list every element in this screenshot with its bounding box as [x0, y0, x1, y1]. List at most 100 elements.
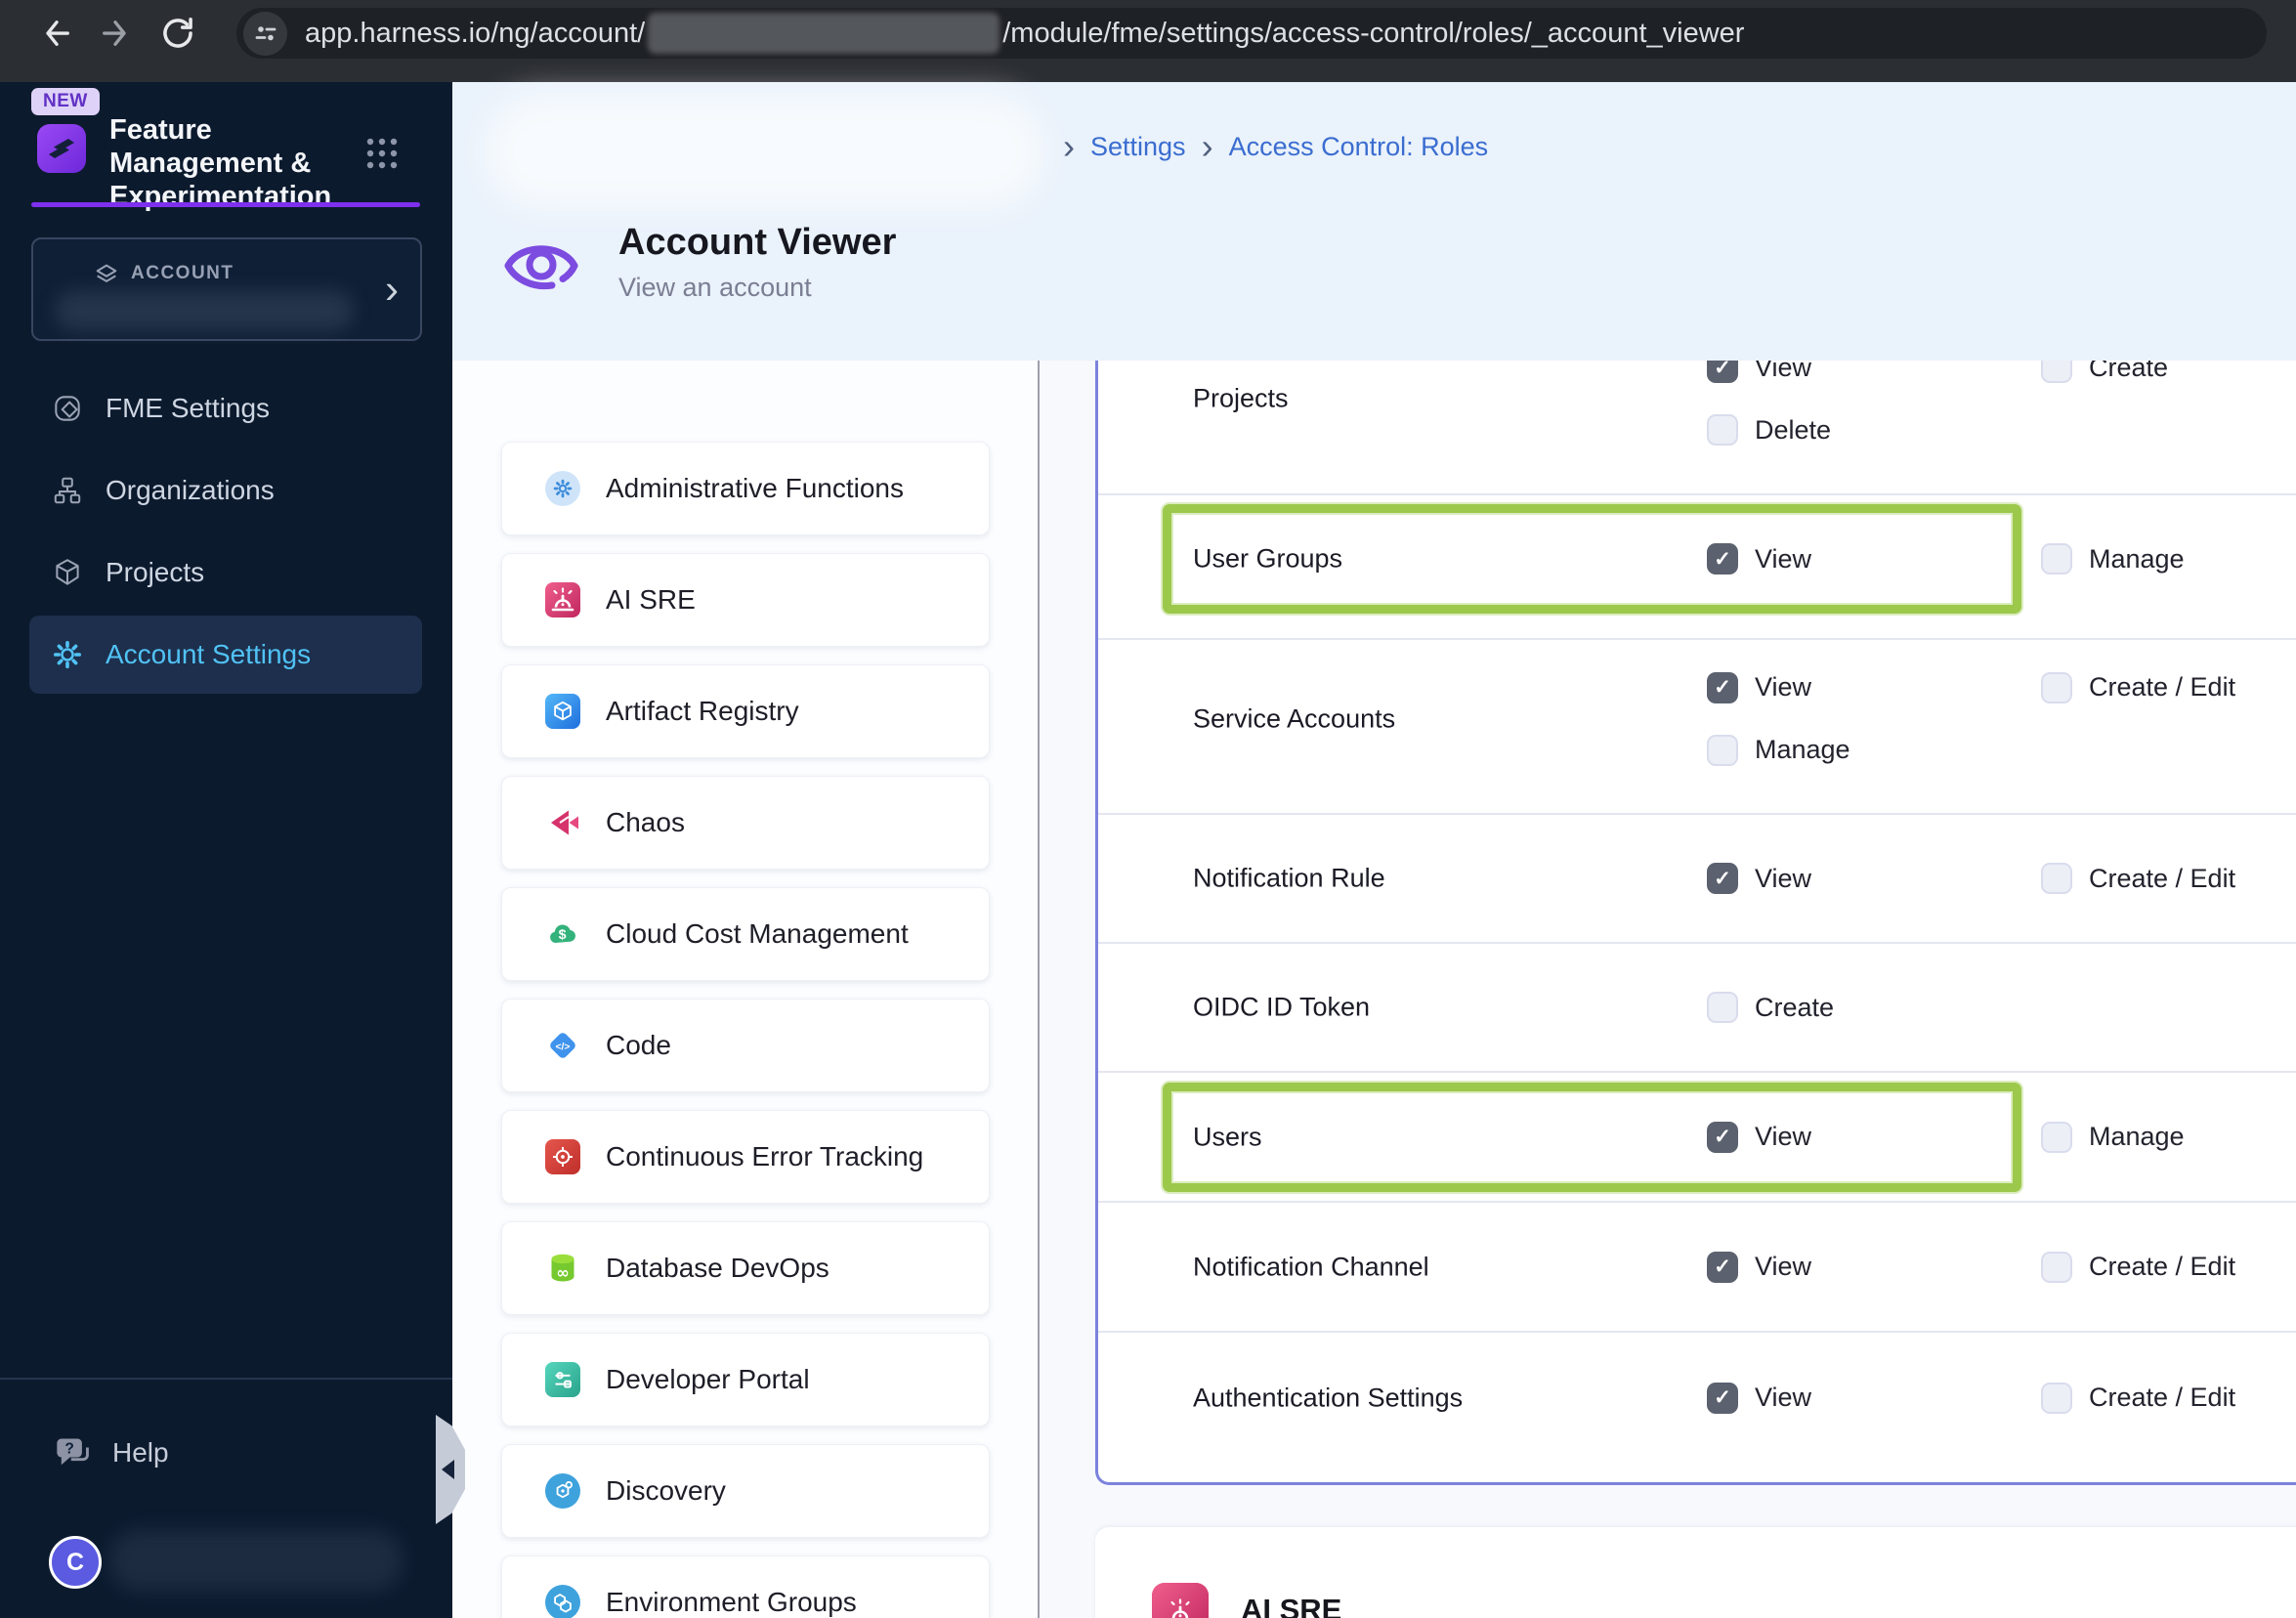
sidebar-divider [0, 1378, 452, 1380]
breadcrumb-settings-link[interactable]: Settings [1090, 132, 1186, 162]
checkbox-icon[interactable] [2041, 1121, 2072, 1153]
next-section-card: AI SRE [1095, 1527, 2296, 1618]
category-card-developer-portal[interactable]: Developer Portal [501, 1333, 990, 1426]
reload-icon [163, 17, 192, 48]
svg-text:∞: ∞ [556, 1263, 569, 1282]
sidebar-item-account-settings[interactable]: Account Settings [29, 616, 422, 694]
resource-label: OIDC ID Token [1193, 992, 1371, 1022]
permission-checkbox-view[interactable]: ✓ View [1707, 528, 1811, 590]
module-switcher-grid-icon[interactable] [363, 135, 401, 177]
checkbox-label: Create [1755, 992, 1835, 1022]
code-icon: </> [545, 1028, 580, 1063]
permission-checkbox-create-edit[interactable]: Create / Edit [2041, 657, 2235, 719]
permission-checkbox-view[interactable]: ✓ View [1707, 847, 1811, 910]
checkbox-icon[interactable]: ✓ [1707, 1121, 1738, 1153]
sidebar-item-label: Account Settings [106, 639, 312, 669]
category-card-administrative-functions[interactable]: Administrative Functions [501, 442, 990, 535]
fme-product-logo-icon[interactable] [37, 124, 86, 173]
page-subtitle: View an account [618, 273, 812, 302]
category-label: Administrative Functions [606, 473, 905, 503]
permission-checkbox-delete[interactable]: Delete [1707, 399, 1831, 461]
checkbox-column-secondary: Create / Edit [2041, 1236, 2235, 1299]
permission-checkbox-view[interactable]: ✓ View [1707, 1106, 1811, 1169]
checkbox-column-primary: ✓ View [1707, 528, 1811, 590]
category-label: Chaos [606, 807, 685, 837]
checkbox-icon[interactable]: ✓ [1707, 671, 1738, 703]
category-label: Continuous Error Tracking [606, 1141, 924, 1171]
sidebar-item-organizations[interactable]: Organizations [29, 451, 422, 530]
checkbox-icon[interactable] [2041, 671, 2072, 703]
category-card-code[interactable]: </> Code [501, 999, 990, 1092]
permission-checkbox-create-edit[interactable]: Create / Edit [2041, 1367, 2235, 1429]
category-label: Cloud Cost Management [606, 918, 909, 949]
breadcrumb: Settings Access Control: Roles [1063, 129, 1488, 165]
sidebar-item-fme-settings[interactable]: FME Settings [29, 369, 422, 447]
url-bar[interactable]: app.harness.io/ng/account/ /module/fme/s… [236, 8, 2267, 59]
resource-label: Notification Rule [1193, 863, 1385, 893]
account-name-redacted [55, 290, 354, 331]
browser-reload-button[interactable] [158, 14, 197, 53]
permission-checkbox-manage[interactable]: Manage [1707, 719, 1850, 782]
checkbox-column-primary: ✓ View [1707, 847, 1811, 910]
checkbox-icon[interactable] [1707, 414, 1738, 446]
category-card-discovery[interactable]: Discovery [501, 1444, 990, 1538]
category-card-chaos[interactable]: Chaos [501, 776, 990, 870]
product-title: Feature Management & Experimentation [109, 114, 332, 212]
browser-forward-button[interactable] [96, 14, 135, 53]
resource-label: Users [1193, 1122, 1262, 1151]
checkbox-icon[interactable] [2041, 1382, 2072, 1414]
account-label: ACCOUNT [131, 263, 234, 283]
site-settings-button[interactable] [243, 11, 287, 56]
checkbox-icon[interactable] [1707, 734, 1738, 766]
breadcrumb-roles-link[interactable]: Access Control: Roles [1229, 132, 1489, 162]
account-settings-gear-icon [51, 638, 84, 671]
resource-category-column: Administrative Functions AI SRE Artifact R… [452, 361, 1039, 1618]
checkbox-icon[interactable]: ✓ [1707, 543, 1738, 575]
permission-row-oidc-id-token: OIDC ID Token Create [1098, 942, 2296, 1071]
layers-icon [96, 264, 117, 282]
checkbox-label: View [1755, 863, 1812, 893]
checkbox-icon[interactable] [2041, 863, 2072, 894]
category-label: AI SRE [606, 584, 696, 615]
checkbox-label: Manage [2089, 1122, 2185, 1151]
checkbox-icon[interactable]: ✓ [1707, 1251, 1738, 1283]
checkbox-label: Delete [1755, 414, 1832, 445]
checkbox-icon[interactable] [2041, 1251, 2072, 1283]
url-text[interactable]: app.harness.io/ng/account/ /module/fme/s… [305, 13, 1744, 54]
permission-checkbox-view[interactable]: ✓ View [1707, 1236, 1811, 1299]
checkbox-icon[interactable]: ✓ [1707, 863, 1738, 894]
browser-toolbar: app.harness.io/ng/account/ /module/fme/s… [0, 0, 2296, 82]
browser-back-button[interactable] [37, 14, 76, 53]
permission-checkbox-create-edit[interactable]: Create / Edit [2041, 1236, 2235, 1299]
role-eye-icon [500, 229, 582, 304]
permission-checkbox-view[interactable]: ✓ View [1707, 657, 1850, 719]
permission-checkbox-create[interactable]: Create [1707, 976, 1834, 1039]
permission-row-notification-rule: Notification Rule ✓ View Create / Edit [1098, 813, 2296, 942]
checkbox-column-secondary: Create / Edit [2041, 657, 2235, 782]
category-label: Database DevOps [606, 1253, 829, 1283]
checkbox-column-secondary: Create / Edit [2041, 1367, 2235, 1429]
permission-checkbox-view[interactable]: ✓ View [1707, 1367, 1811, 1429]
checkbox-column-primary: ✓ View [1707, 1236, 1811, 1299]
checkbox-icon[interactable] [2041, 543, 2072, 575]
permission-checkbox-manage[interactable]: Manage [2041, 528, 2185, 590]
help-button[interactable]: ? Help [54, 1434, 169, 1471]
checkbox-icon[interactable] [1707, 992, 1738, 1023]
sidebar-accent-rule [31, 202, 420, 207]
account-selector[interactable]: ACCOUNT › [31, 237, 422, 341]
category-card-ai-sre[interactable]: AI SRE [501, 553, 990, 647]
category-card-artifact-registry[interactable]: Artifact Registry [501, 664, 990, 758]
avatar-initial: C [65, 1548, 85, 1576]
permission-row-service-accounts: Service Accounts ✓ View Manage Create / … [1098, 638, 2296, 813]
page-header: Settings Access Control: Roles Account V… [452, 82, 2296, 361]
checkbox-icon[interactable]: ✓ [1707, 1382, 1738, 1414]
category-card-database-devops[interactable]: ∞ Database DevOps [501, 1221, 990, 1315]
sidebar-item-projects[interactable]: Projects [29, 533, 422, 612]
category-label: Artifact Registry [606, 696, 799, 726]
user-avatar[interactable]: C [49, 1536, 102, 1589]
permission-checkbox-create-edit[interactable]: Create / Edit [2041, 847, 2235, 910]
category-card-cloud-cost-management[interactable]: $ Cloud Cost Management [501, 887, 990, 981]
category-card-environment-groups[interactable]: Environment Groups [501, 1555, 990, 1618]
permission-checkbox-manage[interactable]: Manage [2041, 1106, 2185, 1169]
category-card-continuous-error-tracking[interactable]: Continuous Error Tracking [501, 1110, 990, 1204]
